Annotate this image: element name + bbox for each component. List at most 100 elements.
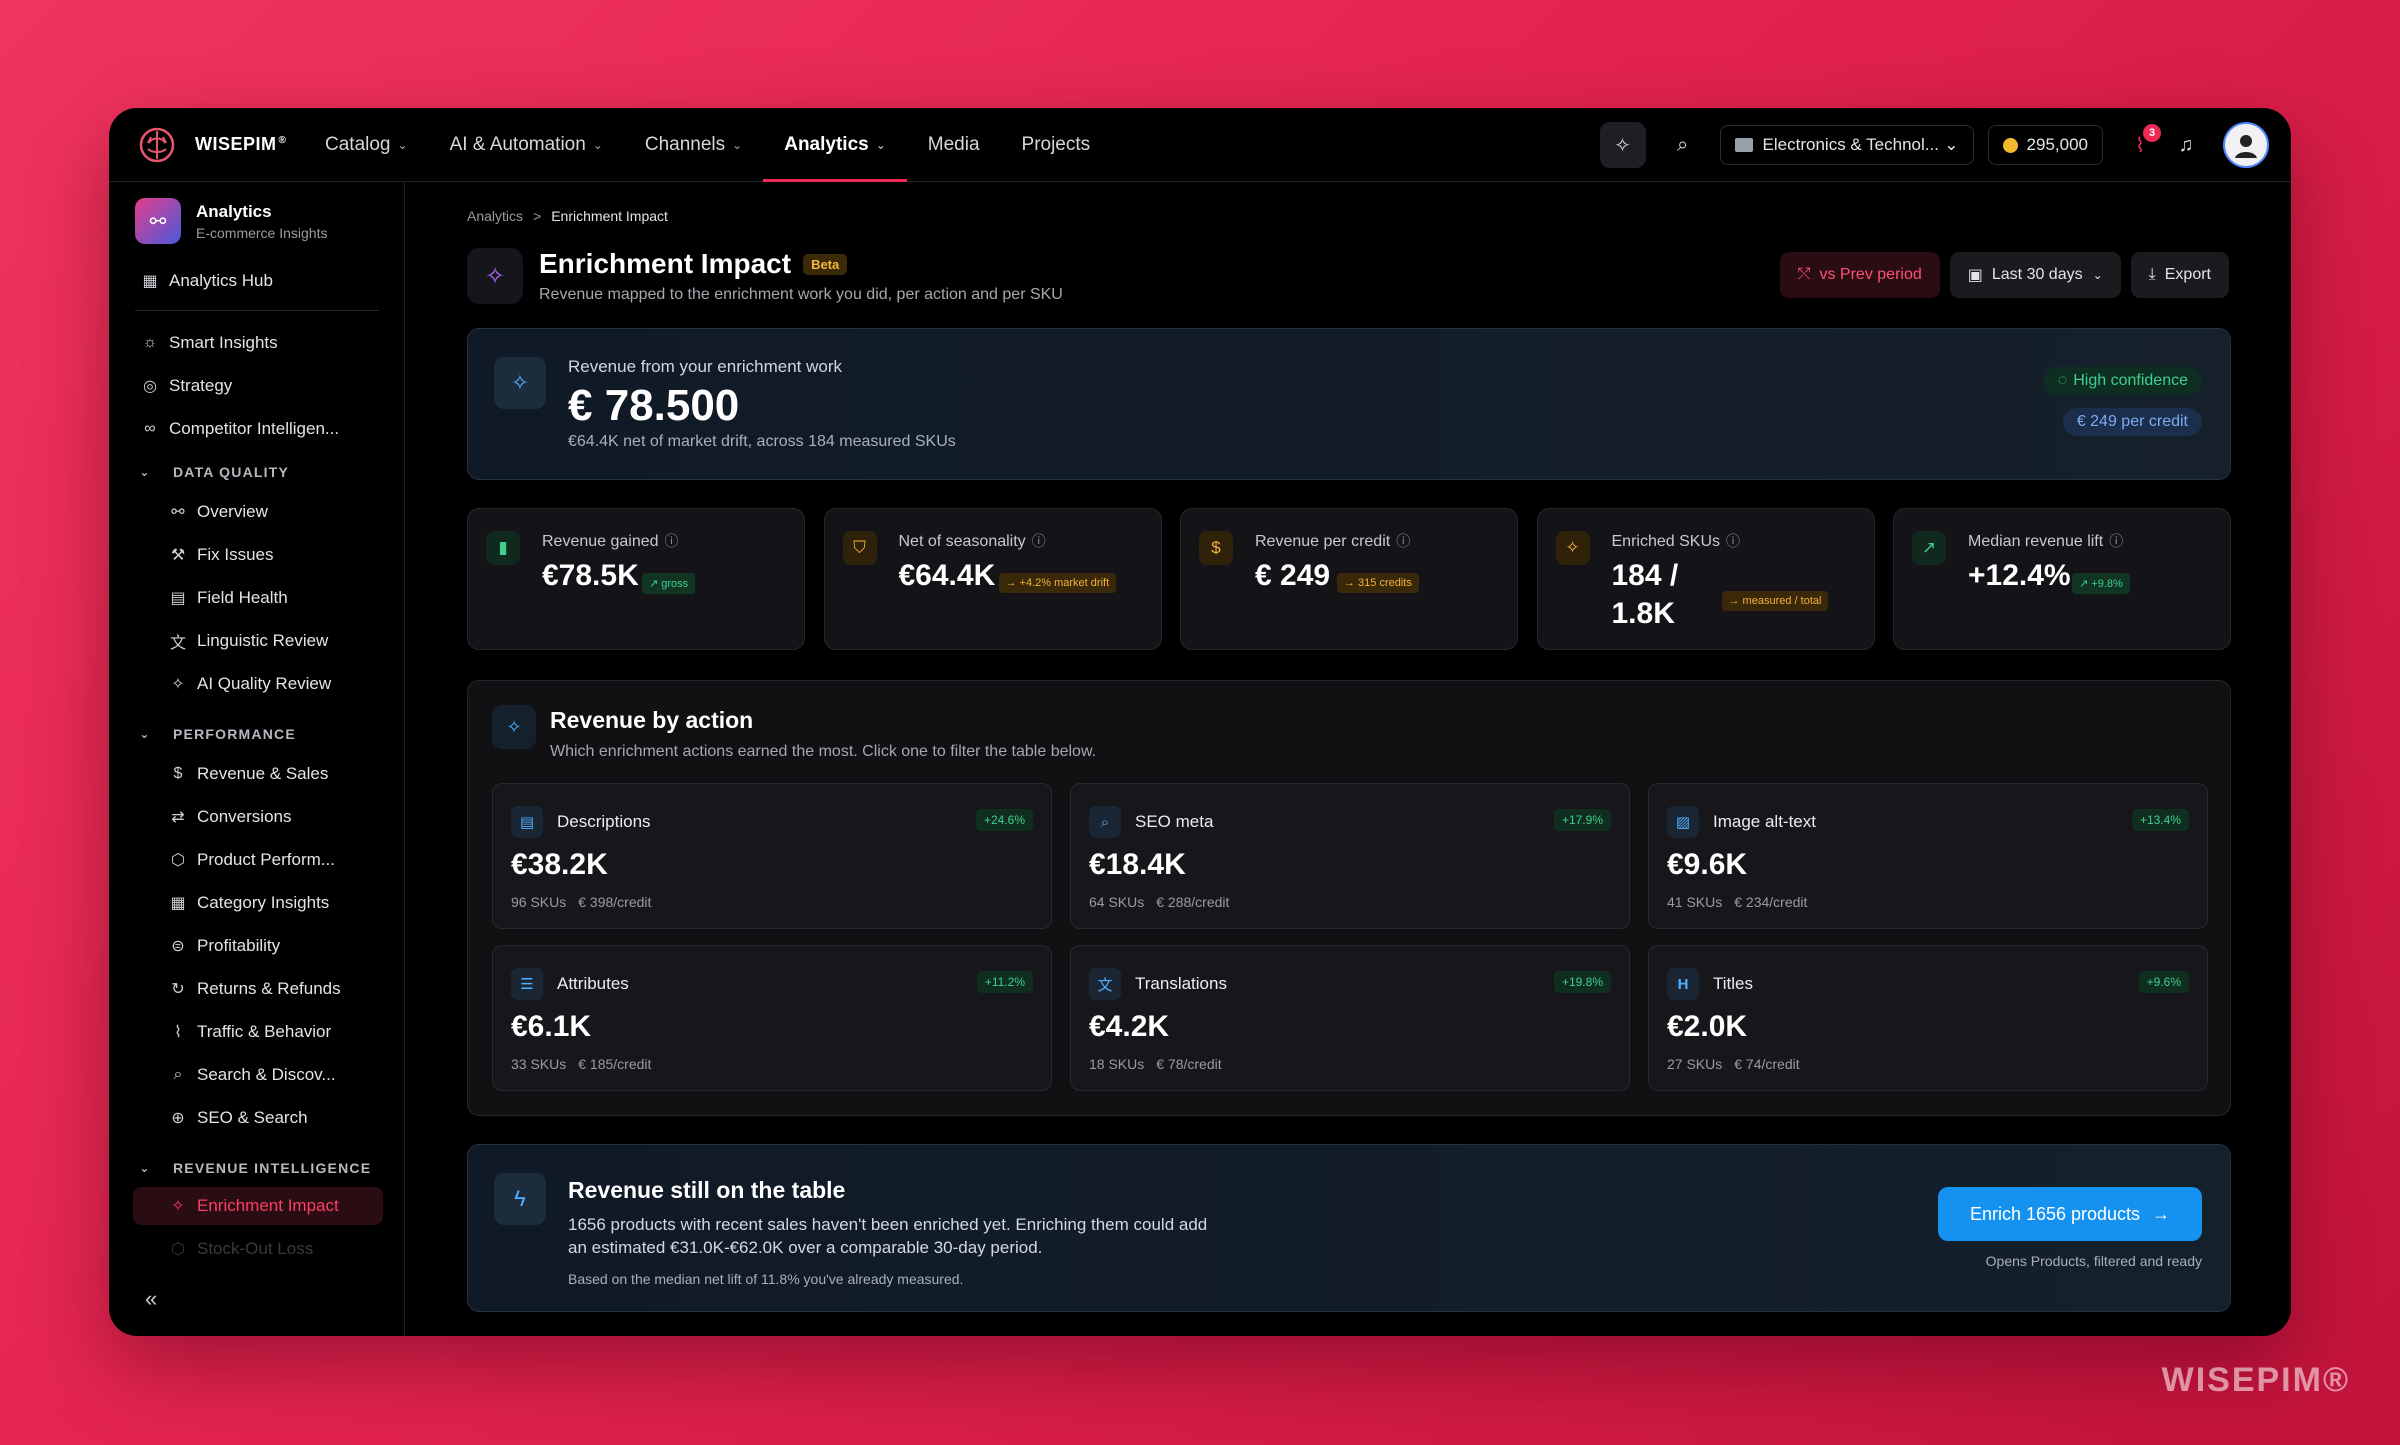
action-meta: 33 SKUs € 185/credit xyxy=(511,1056,652,1072)
sparkle-icon: ✧ xyxy=(171,1198,185,1215)
coin-icon xyxy=(2002,137,2018,153)
activity-button[interactable]: ⌇ 3 xyxy=(2117,122,2163,168)
kpi-pill: ↗ +9.8% xyxy=(2072,573,2130,594)
grid-icon: ▦ xyxy=(170,895,186,912)
kpi-pill: → +4.2% market drift xyxy=(998,573,1117,593)
user-avatar[interactable] xyxy=(2223,122,2269,168)
page-actions: ⤲ vs Prev period ▣ Last 30 days ⌄ ⤓ Export xyxy=(1770,252,2229,298)
sidebar-item-strategy[interactable]: ◎ Strategy xyxy=(135,367,379,405)
hero-value: € 78.500 xyxy=(568,381,740,430)
sidebar-item-analytics-hub[interactable]: ▦ Analytics Hub xyxy=(135,262,379,300)
cta-button-note: Opens Products, filtered and ready xyxy=(1985,1253,2202,1269)
collapse-sidebar-button[interactable]: « xyxy=(145,1286,157,1312)
nav-catalog[interactable]: Catalog ⌄ xyxy=(304,108,429,182)
export-button[interactable]: ⤓ Export xyxy=(2130,252,2229,298)
app-subtitle: E-commerce Insights xyxy=(196,224,328,241)
brand-logo[interactable]: WISEPIM ® xyxy=(137,125,292,165)
sidebar-item-product-performance[interactable]: ⬡ Product Perform... xyxy=(163,841,379,879)
sidebar-item-enrichment-impact[interactable]: ✧ Enrichment Impact xyxy=(133,1187,383,1225)
sidebar-item-overview[interactable]: ⚯ Overview xyxy=(163,493,379,531)
credits-value: 295,000 xyxy=(2026,135,2088,154)
package-x-icon: ⬡ xyxy=(171,1241,185,1258)
app-switcher[interactable]: ⚯ Analytics E-commerce Insights xyxy=(135,198,327,244)
sidebar-item-traffic-behavior[interactable]: ⌇ Traffic & Behavior xyxy=(163,1013,379,1051)
sparkle-icon: ✧ xyxy=(1555,531,1590,565)
kpi-median-revenue-lift[interactable]: ↗ Median revenue lift ⓘ +12.4% ↗ +9.8% xyxy=(1893,508,2231,650)
nav-analytics[interactable]: Analytics ⌄ xyxy=(763,108,907,182)
sidebar-item-returns-refunds[interactable]: ↻ Returns & Refunds xyxy=(163,970,379,1008)
nav-ai-automation[interactable]: AI & Automation ⌄ xyxy=(429,108,624,182)
sidebar-item-search-discovery[interactable]: ⌕ Search & Discov... xyxy=(163,1056,379,1094)
sidebar-item-competitor-intelligence[interactable]: ∞ Competitor Intelligen... xyxy=(135,410,379,448)
enrich-products-button[interactable]: Enrich 1656 products → xyxy=(1938,1187,2202,1241)
double-chevron-left-icon: « xyxy=(145,1286,158,1311)
sidebar-section-performance[interactable]: ⌄ PERFORMANCE xyxy=(135,726,296,742)
action-card-titles[interactable]: H Titles +9.6% €2.0K 27 SKUs € 74/credit xyxy=(1648,945,2208,1091)
info-icon[interactable]: ⓘ xyxy=(665,533,679,549)
nav-projects[interactable]: Projects xyxy=(1001,108,1112,182)
list-icon: ☰ xyxy=(511,968,543,1000)
user-icon xyxy=(2235,135,2257,158)
info-icon[interactable]: ⓘ xyxy=(2109,533,2123,549)
kpi-label: Median revenue lift xyxy=(1968,533,2104,550)
kpi-row: ▮ Revenue gained ⓘ €78.5K ↗ gross ⛉ Net o… xyxy=(467,508,2231,650)
page-title: Enrichment Impact xyxy=(539,248,792,279)
sidebar: ⚯ Analytics E-commerce Insights ▦ Analyti… xyxy=(109,182,405,1336)
sidebar-section-data-quality[interactable]: ⌄ DATA QUALITY xyxy=(135,464,289,480)
sidebar-item-linguistic-review[interactable]: 文 Linguistic Review xyxy=(163,622,379,660)
kpi-net-of-seasonality[interactable]: ⛉ Net of seasonality ⓘ €64.4K → +4.2% mar… xyxy=(823,508,1162,650)
sidebar-item-seo-search[interactable]: ⊕ SEO & Search xyxy=(163,1099,379,1137)
kpi-value: +12.4% xyxy=(1968,559,2071,592)
revenue-on-table-card: ϟ Revenue still on the table 1656 produc… xyxy=(467,1144,2231,1312)
sidebar-item-category-insights[interactable]: ▦ Category Insights xyxy=(163,884,379,922)
info-icon[interactable]: ⓘ xyxy=(1726,533,1740,549)
breadcrumb-analytics[interactable]: Analytics xyxy=(467,208,523,224)
search-icon: ⌕ xyxy=(1676,133,1689,156)
action-card-image-alt-text[interactable]: ▨ Image alt-text +13.4% €9.6K 41 SKUs € 2… xyxy=(1648,783,2208,929)
refresh-icon: ↻ xyxy=(171,981,185,998)
compare-prev-period-button[interactable]: ⤲ vs Prev period xyxy=(1779,252,1940,298)
sidebar-item-smart-insights[interactable]: ☼ Smart Insights xyxy=(135,324,379,362)
kpi-value: €78.5K xyxy=(542,559,639,592)
sidebar-item-profitability[interactable]: ⊜ Profitability xyxy=(163,927,379,965)
per-credit-badge: € 249 per credit xyxy=(2062,408,2202,436)
sidebar-item-fix-issues[interactable]: ⚒ Fix Issues xyxy=(163,536,379,574)
analytics-app-icon: ⚯ xyxy=(135,198,181,244)
info-icon[interactable]: ⓘ xyxy=(1396,533,1410,549)
sidebar-item-field-health[interactable]: ▤ Field Health xyxy=(163,579,379,617)
sidebar-section-revenue-intelligence[interactable]: ⌄ REVENUE INTELLIGENCE xyxy=(135,1160,371,1176)
sidebar-item-revenue-sales[interactable]: $ Revenue & Sales xyxy=(163,755,379,793)
sidebar-item-ai-quality-review[interactable]: ✧ AI Quality Review xyxy=(163,665,379,703)
kpi-pill: → 315 credits xyxy=(1337,573,1419,593)
action-card-attributes[interactable]: ☰ Attributes +11.2% €6.1K 33 SKUs € 185/c… xyxy=(492,945,1052,1091)
box-icon: ⬡ xyxy=(171,852,185,869)
sidebar-item-conversions[interactable]: ⇄ Conversions xyxy=(163,798,379,836)
brain-logo-icon xyxy=(139,127,175,162)
nav-media[interactable]: Media xyxy=(907,108,1001,182)
date-range-select[interactable]: ▣ Last 30 days ⌄ xyxy=(1949,252,2121,298)
kpi-enriched-skus[interactable]: ✧ Enriched SKUs ⓘ 184 / 1.8K → measured /… xyxy=(1536,508,1875,650)
action-card-translations[interactable]: 文 Translations +19.8% €4.2K 18 SKUs € 78/… xyxy=(1070,945,1630,1091)
action-card-seo-meta[interactable]: ⌕ SEO meta +17.9% €18.4K 64 SKUs € 288/cr… xyxy=(1070,783,1630,929)
search-icon: ⌕ xyxy=(173,1066,183,1083)
beta-badge: Beta xyxy=(803,253,848,275)
brand-name: WISEPIM ® xyxy=(195,134,287,154)
kpi-revenue-per-credit[interactable]: $ Revenue per credit ⓘ € 249 → 315 credit… xyxy=(1180,508,1518,650)
workspace-select[interactable]: Electronics & Technol... ⌄ xyxy=(1719,125,1974,165)
ai-assistant-button[interactable]: ✧ xyxy=(1599,122,1646,168)
kpi-revenue-gained[interactable]: ▮ Revenue gained ⓘ €78.5K ↗ gross xyxy=(467,508,805,650)
chevron-down-icon: ⌄ xyxy=(875,137,886,152)
notifications-button[interactable]: ♫ xyxy=(2163,122,2209,168)
action-card-descriptions[interactable]: ▤ Descriptions +24.6% €38.2K 96 SKUs € 39… xyxy=(492,783,1052,929)
info-icon[interactable]: ⓘ xyxy=(1032,533,1046,549)
change-badge: +9.6% xyxy=(2138,971,2189,993)
nav-channels[interactable]: Channels ⌄ xyxy=(624,108,763,182)
action-meta: 96 SKUs € 398/credit xyxy=(511,894,652,910)
action-value: €2.0K xyxy=(1667,1010,1748,1043)
search-button[interactable]: ⌕ xyxy=(1660,122,1706,168)
credits-balance[interactable]: 295,000 xyxy=(1987,125,2103,165)
sidebar-item-stock-out-loss[interactable]: ⬡ Stock-Out Loss xyxy=(163,1230,379,1268)
page-subtitle: Revenue mapped to the enrichment work yo… xyxy=(539,286,1063,303)
change-badge: +13.4% xyxy=(2131,809,2189,831)
cta-text: 1656 products with recent sales haven't … xyxy=(568,1215,1208,1257)
